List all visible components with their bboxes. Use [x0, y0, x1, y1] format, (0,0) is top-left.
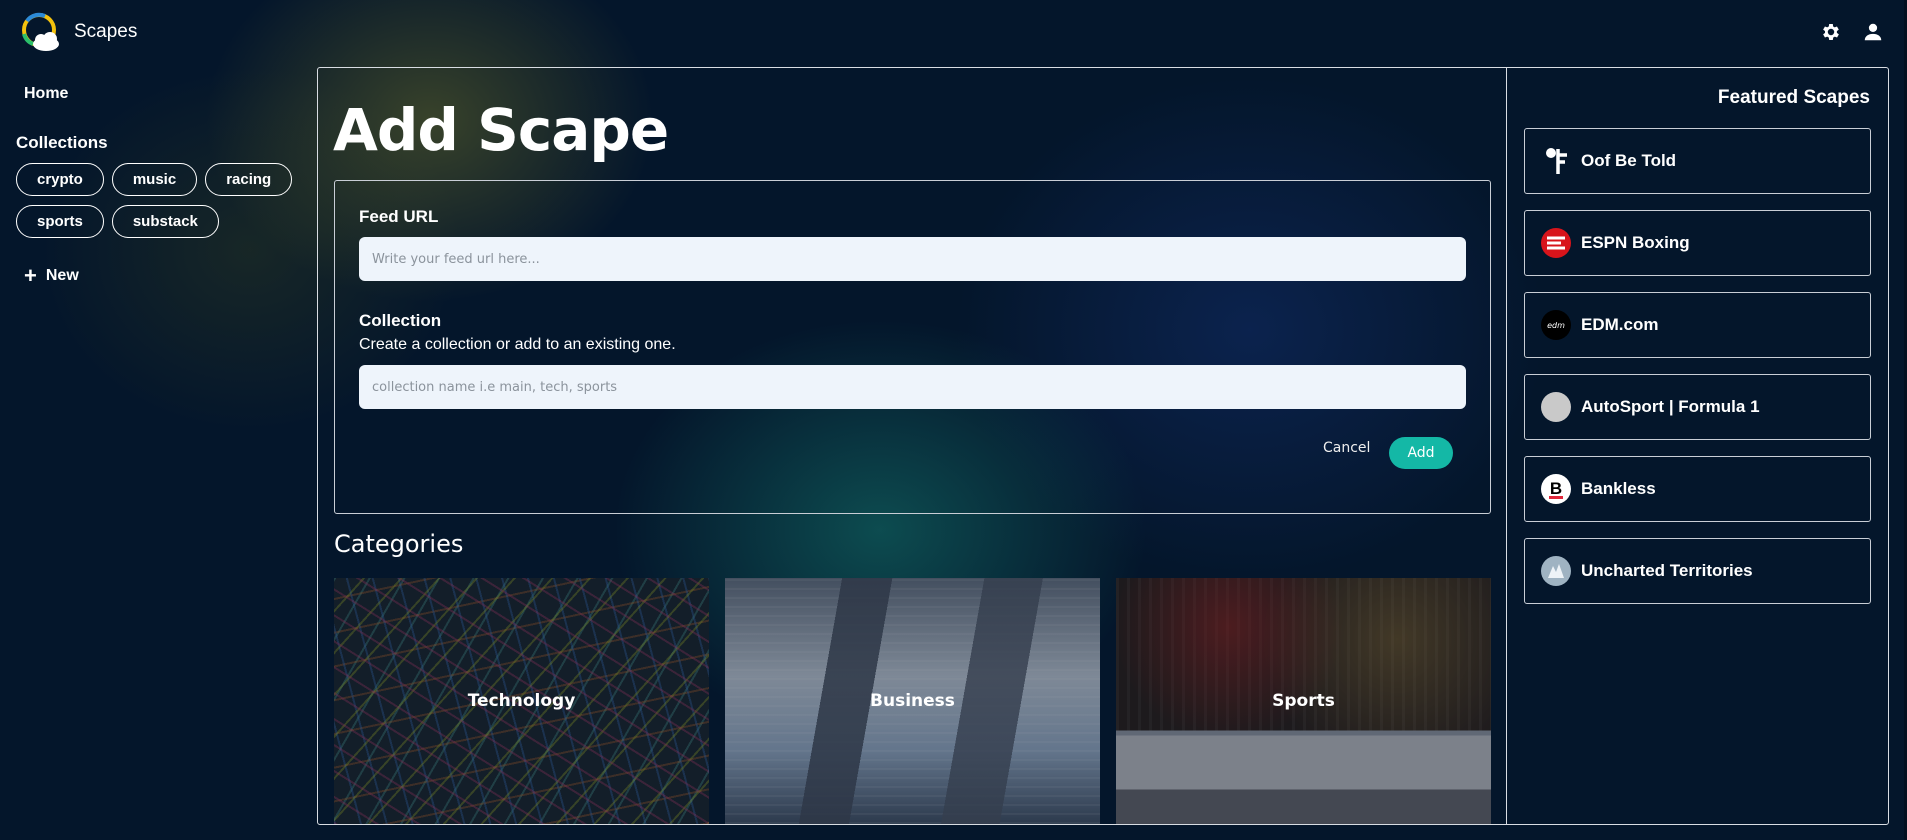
- collections-heading: Collections: [16, 133, 108, 152]
- featured-item-label: Uncharted Territories: [1581, 561, 1753, 580]
- featured-item-label: Oof Be Told: [1581, 151, 1677, 170]
- collection-input[interactable]: [359, 365, 1466, 409]
- add-button[interactable]: Add: [1389, 437, 1453, 469]
- svg-text:edm: edm: [1547, 321, 1565, 330]
- collection-help-text: Create a collection or add to an existin…: [359, 336, 676, 353]
- bankless-logo-icon: B: [1541, 474, 1571, 504]
- feed-url-label: Feed URL: [359, 207, 439, 226]
- svg-text:B: B: [1550, 479, 1562, 498]
- sidebar-item-home[interactable]: Home: [24, 85, 68, 103]
- featured-item-edm-com[interactable]: edm EDM.com: [1524, 292, 1871, 358]
- user-icon[interactable]: [1862, 21, 1884, 43]
- collection-pill-crypto[interactable]: crypto: [16, 163, 104, 196]
- categories-heading: Categories: [334, 530, 464, 558]
- panel-divider: [1506, 67, 1507, 825]
- category-card-technology[interactable]: Technology: [334, 578, 709, 824]
- featured-item-bankless[interactable]: B Bankless: [1524, 456, 1871, 522]
- featured-item-uncharted-territories[interactable]: Uncharted Territories: [1524, 538, 1871, 604]
- app-title[interactable]: Scapes: [74, 21, 137, 43]
- edm-logo-icon: edm: [1541, 310, 1571, 340]
- featured-item-label: Bankless: [1581, 479, 1656, 498]
- gear-icon[interactable]: [1820, 21, 1842, 43]
- featured-item-label: AutoSport | Formula 1: [1581, 397, 1760, 416]
- featured-item-oof-be-told[interactable]: Oof Be Told: [1524, 128, 1871, 194]
- category-label: Sports: [1272, 691, 1335, 711]
- new-collection-button[interactable]: + New: [24, 265, 79, 287]
- espn-logo-icon: [1541, 228, 1571, 258]
- category-label: Business: [870, 691, 955, 711]
- autosport-logo-icon: [1541, 392, 1571, 422]
- featured-item-label: EDM.com: [1581, 315, 1659, 334]
- featured-item-label: ESPN Boxing: [1581, 233, 1690, 252]
- collection-pill-racing[interactable]: racing: [205, 163, 293, 196]
- uncharted-territories-logo-icon: [1541, 556, 1571, 586]
- oof-be-told-logo-icon: [1541, 146, 1571, 176]
- app-logo-icon[interactable]: [19, 9, 63, 55]
- collection-pill-music[interactable]: music: [111, 163, 198, 196]
- new-collection-label: New: [45, 267, 79, 284]
- cancel-button[interactable]: Cancel: [1323, 440, 1370, 456]
- collection-pills: crypto music racing sports substack: [16, 163, 296, 238]
- category-card-business[interactable]: Business: [725, 578, 1100, 824]
- featured-heading: Featured Scapes: [1717, 87, 1870, 108]
- collection-pill-substack[interactable]: substack: [111, 205, 219, 238]
- feed-url-input[interactable]: [359, 237, 1466, 281]
- collection-label: Collection: [359, 311, 442, 330]
- featured-item-espn-boxing[interactable]: ESPN Boxing: [1524, 210, 1871, 276]
- collection-pill-sports[interactable]: sports: [16, 205, 104, 238]
- category-label: Technology: [467, 691, 576, 711]
- page-title: Add Scape: [333, 96, 669, 164]
- category-card-sports[interactable]: Sports: [1116, 578, 1491, 824]
- featured-item-autosport[interactable]: AutoSport | Formula 1: [1524, 374, 1871, 440]
- plus-icon: +: [24, 263, 37, 288]
